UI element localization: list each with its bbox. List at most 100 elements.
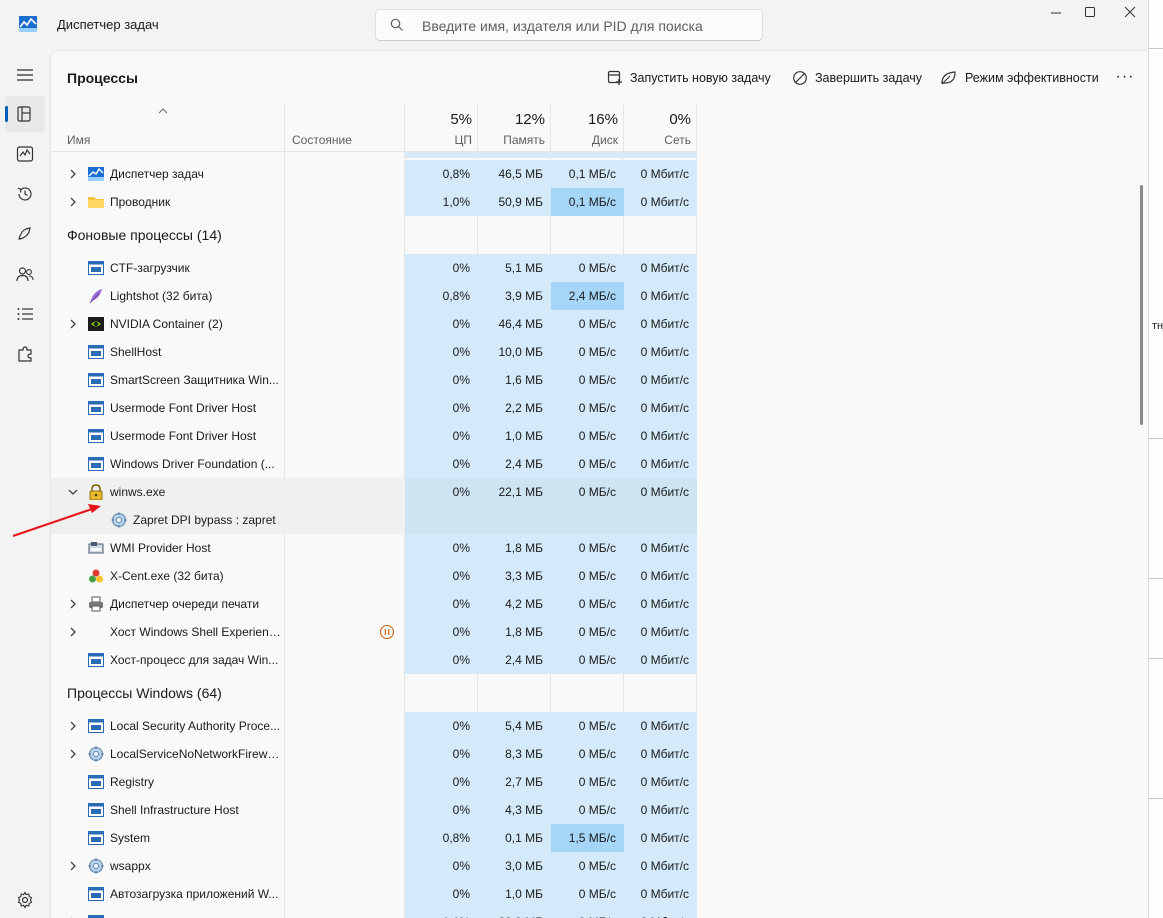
cpu-cell: 0% bbox=[405, 712, 478, 740]
scrollbar-thumb[interactable] bbox=[1140, 185, 1143, 425]
process-name: System bbox=[110, 831, 151, 845]
efficiency-mode-label: Режим эффективности bbox=[965, 71, 1099, 85]
table-row[interactable]: ShellHost 0% 10,0 МБ 0 МБ/с 0 Мбит/с bbox=[51, 338, 697, 366]
minimize-icon bbox=[1051, 12, 1061, 14]
new-task-icon bbox=[607, 70, 622, 85]
table-row[interactable]: Usermode Font Driver Host 0% 1,0 МБ 0 МБ/с 0… bbox=[51, 422, 697, 450]
close-button[interactable] bbox=[1112, 4, 1148, 22]
end-task-button[interactable]: Завершить задачу bbox=[792, 68, 922, 88]
table-row[interactable]: Хост Windows Shell Experienc... 0% 1,8 МБ 0… bbox=[51, 618, 697, 646]
divider bbox=[1149, 578, 1163, 579]
header-name[interactable]: Имя bbox=[51, 103, 285, 152]
startup-icon bbox=[18, 227, 31, 240]
chevron-right-icon[interactable] bbox=[67, 318, 79, 330]
chevron-right-icon[interactable] bbox=[67, 598, 79, 610]
table-row[interactable]: SmartScreen Защитника Win... 0% 1,6 МБ 0 МБ… bbox=[51, 366, 697, 394]
table-row[interactable]: Shell Infrastructure Host 0% 4,3 МБ 0 МБ/с 0… bbox=[51, 796, 697, 824]
table-row[interactable]: Диспетчер очереди печати 0% 4,2 МБ 0 МБ/с 0 … bbox=[51, 590, 697, 618]
chevron-right-icon[interactable] bbox=[67, 720, 79, 732]
window-app-icon bbox=[88, 429, 104, 443]
cpu-cell: 0% bbox=[405, 796, 478, 824]
folder-icon bbox=[88, 197, 104, 208]
nav-app-history[interactable] bbox=[5, 176, 45, 212]
network-cell: 0 Мбит/с bbox=[624, 768, 697, 796]
nav-users[interactable] bbox=[5, 256, 45, 292]
search-box[interactable] bbox=[375, 9, 763, 41]
memory-cell: 1,6 МБ bbox=[478, 366, 551, 394]
table-row[interactable]: CTF-загрузчик 0% 5,1 МБ 0 МБ/с 0 Мбит/с bbox=[51, 254, 697, 282]
chevron-right-icon[interactable] bbox=[67, 196, 79, 208]
table-row[interactable]: 1,1%32,0 МБ0 МБ/с0 Мбит/с bbox=[51, 908, 697, 918]
table-row[interactable]: Lightshot (32 бита) 0,8% 3,9 МБ 2,4 МБ/с 0 М… bbox=[51, 282, 697, 310]
nav-processes[interactable] bbox=[5, 96, 45, 132]
table-row[interactable]: Автозагрузка приложений W... 0% 1,0 МБ 0 МБ… bbox=[51, 880, 697, 908]
disk-cell: 0 МБ/с bbox=[551, 740, 624, 768]
table-row[interactable]: Хост-процесс для задач Win... 0% 2,4 МБ 0 М… bbox=[51, 646, 697, 674]
chevron-down-icon[interactable] bbox=[67, 486, 79, 498]
window-app-icon bbox=[88, 719, 104, 733]
disk-cell: 0 МБ/с bbox=[551, 562, 624, 590]
maximize-button[interactable] bbox=[1072, 4, 1108, 22]
nav-rail bbox=[0, 50, 50, 918]
window-app-icon bbox=[88, 373, 104, 387]
chevron-right-icon[interactable] bbox=[67, 860, 79, 872]
disk-cell: 0 МБ/с bbox=[551, 712, 624, 740]
network-cell: 0 Мбит/с bbox=[624, 908, 697, 918]
table-row[interactable]: Local Security Authority Proce... 0% 5,4 М… bbox=[51, 712, 697, 740]
table-row[interactable]: Windows Driver Foundation (... 0% 2,4 МБ 0 … bbox=[51, 450, 697, 478]
header-status[interactable]: Состояние bbox=[285, 103, 405, 152]
memory-cell: 3,3 МБ bbox=[478, 562, 551, 590]
memory-cell: 46,4 МБ bbox=[478, 310, 551, 338]
table-row[interactable]: NVIDIA Container (2) 0% 46,4 МБ 0 МБ/с 0 Мби… bbox=[51, 310, 697, 338]
table-row[interactable]: WMI Provider Host 0% 1,8 МБ 0 МБ/с 0 Мбит/с bbox=[51, 534, 697, 562]
nav-services[interactable] bbox=[5, 336, 45, 372]
table-row[interactable]: wsappx 0% 3,0 МБ 0 МБ/с 0 Мбит/с bbox=[51, 852, 697, 880]
nav-details[interactable] bbox=[5, 296, 45, 332]
memory-cell: 1,8 МБ bbox=[478, 618, 551, 646]
vertical-scrollbar[interactable] bbox=[1136, 151, 1146, 911]
chevron-right-icon[interactable] bbox=[67, 626, 79, 638]
process-name: Local Security Authority Proce... bbox=[110, 719, 281, 733]
table-row[interactable]: Usermode Font Driver Host 0% 2,2 МБ 0 МБ/с 0… bbox=[51, 394, 697, 422]
cpu-cell: 0% bbox=[405, 422, 478, 450]
child-row[interactable]: Zapret DPI bypass : zapret bbox=[51, 506, 697, 534]
table-row[interactable]: winws.exe 0% 22,1 МБ 0 МБ/с 0 Мбит/с bbox=[51, 478, 697, 506]
nav-performance[interactable] bbox=[5, 136, 45, 172]
paused-status-icon bbox=[379, 624, 395, 640]
search-input[interactable] bbox=[422, 16, 752, 36]
network-cell: 0 Мбит/с bbox=[624, 450, 697, 478]
hamburger-menu-button[interactable] bbox=[5, 57, 45, 93]
run-new-task-button[interactable]: Запустить новую задачу bbox=[607, 68, 771, 88]
process-name: Проводник bbox=[110, 195, 171, 209]
header-network[interactable]: 0% Сеть bbox=[624, 103, 697, 152]
network-cell: 0 Мбит/с bbox=[624, 796, 697, 824]
chevron-right-icon[interactable] bbox=[67, 168, 79, 180]
header-network-label: Сеть bbox=[664, 133, 691, 147]
memory-cell: 4,3 МБ bbox=[478, 796, 551, 824]
table-row[interactable] bbox=[51, 152, 697, 158]
table-row[interactable]: System 0,8% 0,1 МБ 1,5 МБ/с 0 Мбит/с bbox=[51, 824, 697, 852]
header-memory[interactable]: 12% Память bbox=[478, 103, 551, 152]
nav-settings[interactable] bbox=[5, 882, 45, 918]
chevron-right-icon[interactable] bbox=[67, 748, 79, 760]
nav-startup-apps[interactable] bbox=[5, 216, 45, 252]
cpu-cell: 0% bbox=[405, 366, 478, 394]
table-row[interactable]: Registry 0% 2,7 МБ 0 МБ/с 0 Мбит/с bbox=[51, 768, 697, 796]
minimize-button[interactable] bbox=[1038, 4, 1074, 22]
disk-cell: 0 МБ/с bbox=[551, 534, 624, 562]
table-row[interactable]: Проводник 1,0% 50,9 МБ 0,1 МБ/с 0 Мбит/с bbox=[51, 188, 697, 216]
table-row[interactable]: LocalServiceNoNetworkFirewa... 0% 8,3 МБ 0 … bbox=[51, 740, 697, 768]
disk-cell: 0 МБ/с bbox=[551, 768, 624, 796]
more-options-button[interactable]: ··· bbox=[1113, 68, 1137, 88]
network-cell: 0 Мбит/с bbox=[624, 740, 697, 768]
header-disk[interactable]: 16% Диск bbox=[551, 103, 624, 152]
table-row[interactable]: Диспетчер задач 0,8% 46,5 МБ 0,1 МБ/с 0 Мбит… bbox=[51, 160, 697, 188]
header-cpu[interactable]: 5% ЦП bbox=[405, 103, 478, 152]
memory-cell: 5,4 МБ bbox=[478, 712, 551, 740]
table-row[interactable]: X-Cent.exe (32 бита) 0% 3,3 МБ 0 МБ/с 0 Мбит… bbox=[51, 562, 697, 590]
efficiency-mode-button[interactable]: Режим эффективности bbox=[940, 68, 1099, 88]
memory-cell bbox=[478, 152, 551, 158]
disk-cell: 0 МБ/с bbox=[551, 590, 624, 618]
disk-cell: 0,1 МБ/с bbox=[551, 188, 624, 216]
memory-cell: 50,9 МБ bbox=[478, 188, 551, 216]
